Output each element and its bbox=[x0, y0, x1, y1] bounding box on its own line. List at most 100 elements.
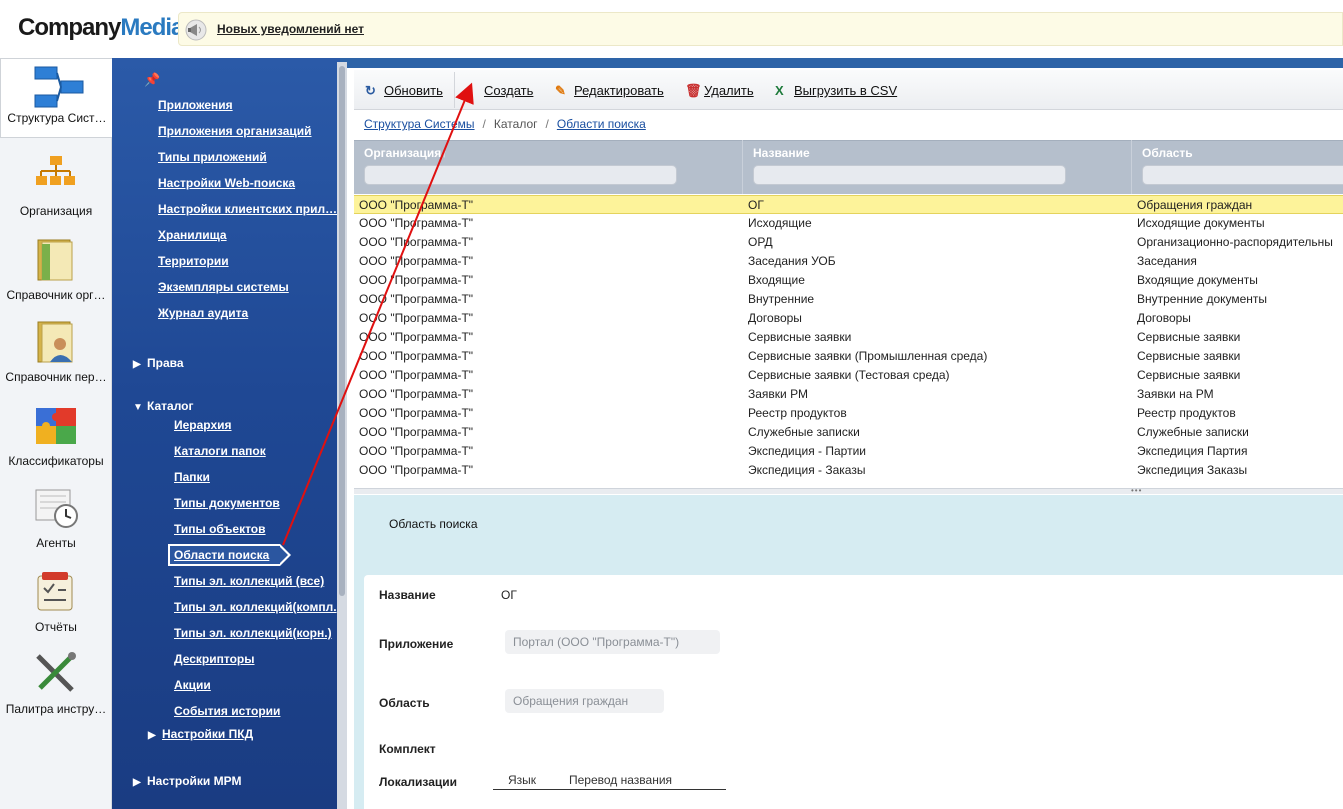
nav-link-folder-catalogs[interactable]: Каталоги папок bbox=[174, 444, 266, 458]
column-header-name[interactable]: Название bbox=[753, 146, 810, 160]
create-button[interactable]: + Создать bbox=[465, 83, 533, 98]
cell-organization: ООО "Программа-Т" bbox=[359, 235, 474, 249]
cell-area: Сервисные заявки bbox=[1137, 330, 1241, 344]
rail-item-tools[interactable]: Палитра инстру… bbox=[0, 644, 112, 724]
localization-column-translation[interactable]: Перевод названия bbox=[569, 773, 672, 787]
table-row[interactable]: ООО "Программа-Т" Исходящие Исходящие доку… bbox=[354, 214, 1343, 233]
table-row[interactable]: ООО "Программа-Т" Заседания УОБ Заседания bbox=[354, 252, 1343, 271]
table-row[interactable]: ООО "Программа-Т" Входящие Входящие докуме… bbox=[354, 271, 1343, 290]
localization-column-language[interactable]: Язык bbox=[508, 773, 536, 787]
cell-organization: ООО "Программа-Т" bbox=[359, 463, 474, 477]
rail-item-classifiers[interactable]: Классификаторы bbox=[0, 396, 112, 476]
table-row[interactable]: ООО "Программа-Т" Экспедиция - Партии Эксп… bbox=[354, 442, 1343, 461]
export-csv-button[interactable]: X Выгрузить в CSV bbox=[775, 83, 897, 98]
rail-item-agents[interactable]: Агенты bbox=[0, 478, 112, 558]
application-field[interactable]: Портал (ООО "Программа-Т") bbox=[505, 630, 720, 654]
rail-item-reports[interactable]: Отчёты bbox=[0, 562, 112, 642]
nav-link-applications[interactable]: Приложения bbox=[158, 98, 233, 112]
table-row[interactable]: ООО "Программа-Т" Экспедиция - Заказы Эксп… bbox=[354, 461, 1343, 480]
table-row[interactable]: ООО "Программа-Т" Реестр продуктов Реестр … bbox=[354, 404, 1343, 423]
company-logo[interactable]: CompanyMedia bbox=[18, 14, 184, 42]
organization-icon bbox=[32, 152, 80, 196]
nav-link-audit-log[interactable]: Журнал аудита bbox=[158, 306, 248, 320]
edit-button[interactable]: ✎ Редактировать bbox=[555, 83, 664, 99]
column-header-area[interactable]: Область bbox=[1142, 146, 1193, 160]
nav-link-territories[interactable]: Территории bbox=[158, 254, 229, 268]
nav-link-org-applications[interactable]: Приложения организаций bbox=[158, 124, 312, 138]
nav-section-rights[interactable]: ▶ Права bbox=[133, 356, 184, 370]
pencil-icon: ✎ bbox=[555, 83, 566, 98]
filter-input-area[interactable] bbox=[1142, 165, 1343, 185]
cell-name: Исходящие bbox=[748, 216, 812, 230]
nav-link-storages[interactable]: Хранилища bbox=[158, 228, 227, 242]
nav-link-history-events[interactable]: События истории bbox=[174, 704, 280, 718]
nav-section-pkd-settings[interactable]: ▶ Настройки ПКД bbox=[148, 727, 253, 741]
nav-link-folders[interactable]: Папки bbox=[174, 470, 210, 484]
nav-link-descriptors[interactable]: Дескрипторы bbox=[174, 652, 254, 666]
filter-input-organization[interactable] bbox=[364, 165, 677, 185]
breadcrumb-item[interactable]: Области поиска bbox=[557, 117, 646, 131]
nav-link-document-types[interactable]: Типы документов bbox=[174, 496, 280, 510]
nav-link-web-search-settings[interactable]: Настройки Web-поиска bbox=[158, 176, 295, 190]
table-row[interactable]: ООО "Программа-Т" Договоры Договоры bbox=[354, 309, 1343, 328]
cell-organization: ООО "Программа-Т" bbox=[359, 444, 474, 458]
column-header-organization[interactable]: Организация↑ bbox=[364, 146, 447, 160]
refresh-button[interactable]: ↻ Обновить bbox=[365, 83, 443, 99]
column-divider bbox=[742, 140, 743, 194]
table-row[interactable]: ООО "Программа-Т" Сервисные заявки (Промы… bbox=[354, 347, 1343, 366]
cell-name: Экспедиция - Партии bbox=[748, 444, 866, 458]
nav-link-collection-types-all[interactable]: Типы эл. коллекций (все) bbox=[174, 574, 324, 588]
nav-link-app-types[interactable]: Типы приложений bbox=[158, 150, 267, 164]
table-row[interactable]: ООО "Программа-Т" ОРД Организационно-распо… bbox=[354, 233, 1343, 252]
nav-link-client-app-settings[interactable]: Настройки клиентских прил… bbox=[158, 202, 337, 216]
rail-item-org-directory[interactable]: Справочник орг… bbox=[0, 230, 112, 310]
expand-triangle-icon: ▶ bbox=[133, 359, 141, 370]
nav-link-actions[interactable]: Акции bbox=[174, 678, 211, 692]
breadcrumb-item[interactable]: Структура Системы bbox=[364, 117, 475, 131]
cell-organization: ООО "Программа-Т" bbox=[359, 387, 474, 401]
filter-input-name[interactable] bbox=[753, 165, 1066, 185]
rail-item-label: Справочник орг… bbox=[6, 288, 106, 302]
rail-item-person-directory[interactable]: Справочник пер… bbox=[0, 312, 112, 392]
area-field[interactable]: Обращения граждан bbox=[505, 689, 664, 713]
delete-button[interactable]: 🗑 Удалить bbox=[685, 83, 754, 99]
rail-item-structure[interactable]: Структура Сист… bbox=[0, 58, 112, 138]
nav-link-search-areas[interactable]: Области поиска bbox=[174, 548, 269, 562]
nav-section-mrm-settings[interactable]: ▶ Настройки МРМ bbox=[133, 774, 241, 788]
rail-item-label: Структура Сист… bbox=[7, 111, 107, 125]
table-row[interactable]: ООО "Программа-Т" ОГ Обращения граждан bbox=[354, 195, 1343, 214]
nav-section-catalog[interactable]: ▼ Каталог bbox=[133, 399, 194, 413]
cell-area: Экспедиция Заказы bbox=[1137, 463, 1248, 477]
person-directory-icon bbox=[32, 318, 80, 363]
table-row[interactable]: ООО "Программа-Т" Сервисные заявки (Тесто… bbox=[354, 366, 1343, 385]
cell-organization: ООО "Программа-Т" bbox=[359, 254, 474, 268]
nav-link-collection-types-root[interactable]: Типы эл. коллекций(корн.) bbox=[174, 626, 332, 640]
cell-organization: ООО "Программа-Т" bbox=[359, 216, 474, 230]
navigation-panel bbox=[112, 58, 340, 809]
table-row[interactable]: ООО "Программа-Т" Сервисные заявки Сервисн… bbox=[354, 328, 1343, 347]
table-row[interactable]: ООО "Программа-Т" Служебные записки Служеб… bbox=[354, 423, 1343, 442]
cell-organization: ООО "Программа-Т" bbox=[359, 349, 474, 363]
nav-link-hierarchy[interactable]: Иерархия bbox=[174, 418, 232, 432]
pin-icon[interactable]: 📌 bbox=[144, 72, 160, 88]
cell-name: ОРД bbox=[748, 235, 773, 249]
table-row[interactable]: ООО "Программа-Т" Внутренние Внутренние до… bbox=[354, 290, 1343, 309]
breadcrumb-separator: / bbox=[482, 117, 486, 131]
nav-link-collection-types-kit[interactable]: Типы эл. коллекций(компл. bbox=[174, 600, 337, 614]
nav-link-system-instances[interactable]: Экземпляры системы bbox=[158, 280, 289, 294]
notification-bar[interactable]: Новых уведомлений нет bbox=[178, 12, 1343, 46]
rail-item-organization[interactable]: Организация bbox=[0, 146, 112, 226]
org-directory-icon bbox=[32, 236, 80, 281]
rail-item-label: Организация bbox=[19, 204, 93, 218]
notification-text[interactable]: Новых уведомлений нет bbox=[217, 22, 364, 36]
splitter-grip-icon[interactable]: ••• bbox=[1131, 486, 1142, 495]
cell-organization: ООО "Программа-Т" bbox=[359, 368, 474, 382]
breadcrumb-separator: / bbox=[545, 117, 549, 131]
panel-splitter[interactable] bbox=[354, 488, 1343, 494]
top-bar: CompanyMedia Новых уведомлений нет bbox=[0, 0, 1343, 58]
nav-link-object-types[interactable]: Типы объектов bbox=[174, 522, 266, 536]
trash-icon: 🗑 bbox=[685, 83, 702, 98]
table-row[interactable]: ООО "Программа-Т" Заявки РМ Заявки на РМ bbox=[354, 385, 1343, 404]
nav-scrollbar-thumb[interactable] bbox=[339, 66, 345, 596]
cell-name: Внутренние bbox=[748, 292, 815, 306]
